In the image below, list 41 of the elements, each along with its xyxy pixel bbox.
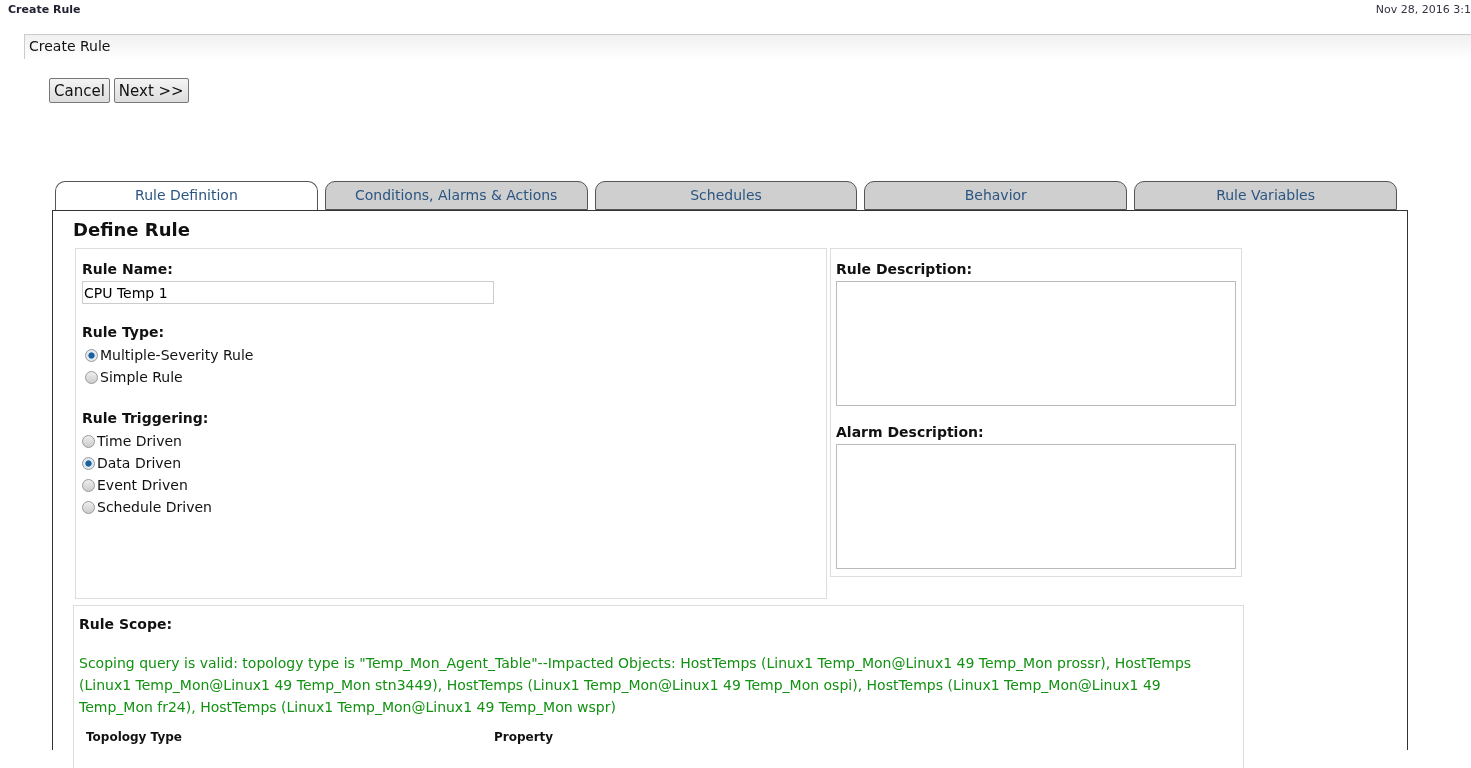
- tab[interactable]: Rule Variables: [1134, 181, 1397, 210]
- rule-name-field[interactable]: CPU Temp 1: [82, 281, 494, 304]
- option-label: Time Driven: [97, 433, 182, 449]
- field-label: Rule Scope:: [79, 616, 174, 632]
- radio-button[interactable]: [85, 370, 98, 384]
- radio-option[interactable]: Time Driven: [82, 430, 182, 452]
- field-label: Rule Triggering:: [82, 410, 210, 426]
- radio-option[interactable]: Data Driven: [82, 452, 182, 474]
- timestamp: Nov 28, 2016 3:1: [1375, 3, 1471, 18]
- tab[interactable]: Rule Definition: [55, 181, 318, 210]
- section-title: Define Rule: [73, 219, 191, 240]
- option-label: Multiple-Severity Rule: [100, 347, 254, 363]
- window-title: Create Rule: [8, 3, 81, 18]
- field-label: Rule Description:: [836, 261, 974, 277]
- tab[interactable]: Conditions, Alarms & Actions: [324, 181, 588, 210]
- radio-option[interactable]: Schedule Driven: [82, 496, 212, 518]
- field-label: Rule Name:: [82, 261, 174, 277]
- radio-option[interactable]: Event Driven: [82, 474, 188, 496]
- column-header: Property: [494, 730, 555, 744]
- radio-button[interactable]: [82, 434, 95, 448]
- validation-message: Scoping query is valid: topology type is "Temp_Mon_Agent_Table"--Impacted Objects: HostTemps (Linux1 Temp_Mon@Linux1 49 Temp_Mon prossr), HostTemps (Linux1 Temp_Mon@Linux1 49 Temp_Mon stn3449), HostTemps (Linux1 Temp_Mon@Linux1 49 Temp_Mon ospi), HostTemps (Linux1 Temp_Mon@Linux1 49 Temp_Mon fr24), HostTemps (Linux1 Temp_Mon@Linux1 49 Temp_Mon wspr): [79, 654, 1193, 717]
- radio-button[interactable]: [85, 348, 98, 362]
- radio-option[interactable]: Simple Rule: [85, 366, 183, 388]
- option-label: Simple Rule: [100, 369, 183, 385]
- tab[interactable]: Schedules: [594, 181, 858, 210]
- next-button[interactable]: Next >>: [113, 78, 189, 103]
- radio-button[interactable]: [82, 478, 95, 492]
- column-header: Topology Type: [86, 730, 183, 744]
- field-label: Alarm Description:: [836, 424, 985, 440]
- option-label: Data Driven: [97, 455, 182, 471]
- radio-option[interactable]: Multiple-Severity Rule: [85, 344, 254, 366]
- option-label: Schedule Driven: [97, 499, 212, 515]
- cancel-button[interactable]: Cancel: [49, 78, 110, 103]
- alarm-description-field[interactable]: [836, 444, 1236, 569]
- tab[interactable]: Behavior: [864, 181, 1128, 210]
- field-label: Rule Type:: [82, 324, 166, 340]
- radio-button[interactable]: [82, 500, 95, 514]
- radio-button[interactable]: [82, 456, 95, 470]
- rule-description-field[interactable]: [836, 281, 1236, 406]
- option-label: Event Driven: [97, 477, 188, 493]
- panel-header: Create Rule: [24, 34, 1471, 59]
